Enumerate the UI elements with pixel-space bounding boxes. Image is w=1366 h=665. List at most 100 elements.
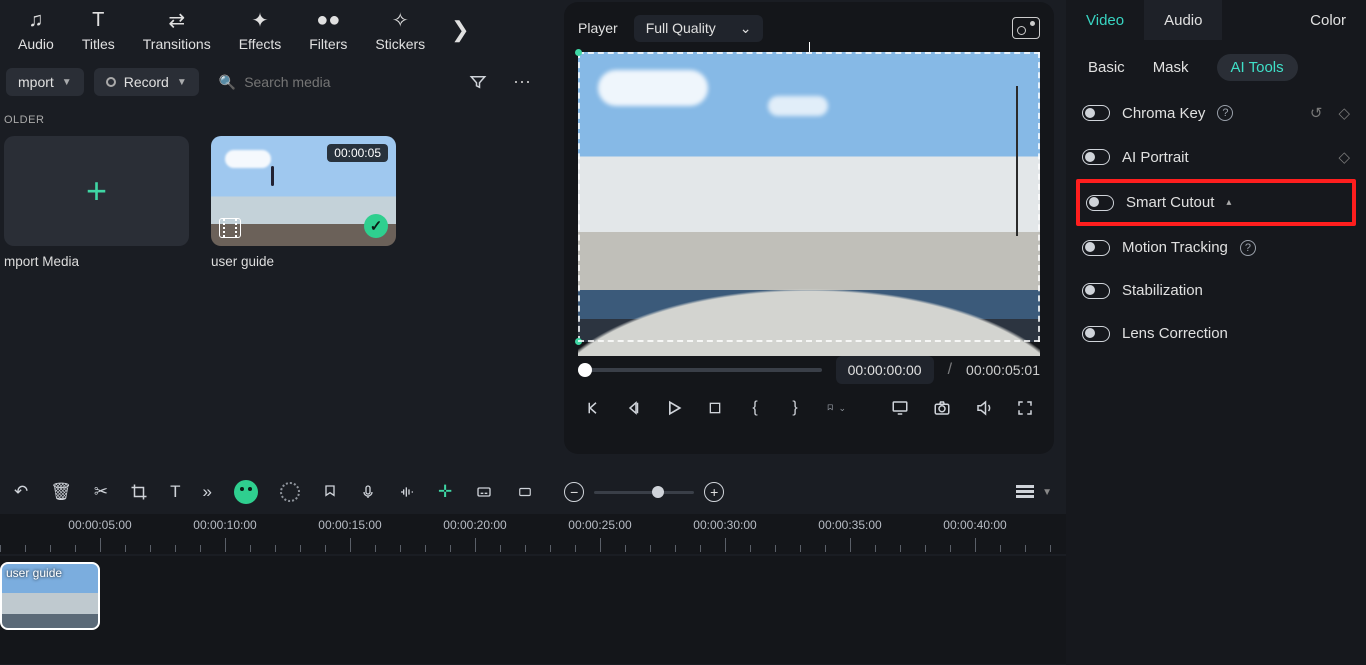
caret-up-icon[interactable]: ▴ — [1226, 197, 1231, 208]
keyframe-placeholder-icon[interactable] — [280, 482, 300, 502]
seek-knob[interactable] — [578, 363, 592, 377]
search-icon: 🔍 — [219, 74, 236, 91]
snapshot-button[interactable] — [1012, 17, 1040, 39]
mark-out-button[interactable]: } — [786, 398, 804, 418]
toolbar-more[interactable]: ❯ — [439, 17, 481, 43]
track-size-button[interactable] — [1016, 485, 1034, 499]
toolbar-stickers[interactable]: ✧Stickers — [361, 4, 439, 56]
toolbar-audio-label: Audio — [18, 36, 54, 52]
frame-icon — [219, 218, 241, 238]
toolbar-audio[interactable]: ♫Audio — [4, 4, 68, 56]
text-button[interactable]: T — [170, 482, 180, 502]
check-icon: ✓ — [364, 214, 388, 238]
import-dropdown[interactable]: mport▼ — [6, 68, 84, 96]
ruler-label: 00:00:15:00 — [318, 518, 381, 532]
help-icon[interactable]: ? — [1240, 240, 1256, 256]
properties-tabs: Video Audio Color — [1066, 0, 1366, 40]
toggle-chroma-key[interactable] — [1082, 105, 1110, 121]
toolbar-effects[interactable]: ✦Effects — [225, 4, 296, 56]
toggle-smart-cutout[interactable] — [1086, 195, 1114, 211]
properties-subtabs: Basic Mask AI Tools — [1066, 40, 1366, 91]
zoom-knob[interactable] — [652, 486, 664, 498]
more-tools-button[interactable]: » — [202, 482, 211, 502]
tab-color[interactable]: Color — [1290, 0, 1366, 40]
play-button[interactable] — [664, 398, 684, 418]
marker-button[interactable] — [322, 483, 338, 501]
record-dropdown[interactable]: Record▼ — [94, 68, 199, 96]
filter-icon[interactable] — [461, 73, 495, 91]
top-toolbar: ♫Audio TTitles ⇄Transitions ✦Effects ●●F… — [0, 0, 545, 60]
play-backward-button[interactable] — [624, 398, 642, 418]
tab-audio[interactable]: Audio — [1144, 0, 1222, 40]
toggle-lens-correction[interactable] — [1082, 326, 1110, 342]
timecode-current[interactable]: 00:00:00:00 — [836, 356, 934, 384]
marker-dropdown[interactable]: ⌄ — [826, 398, 846, 418]
toggle-stabilization[interactable] — [1082, 283, 1110, 299]
toggle-ai-portrait[interactable] — [1082, 149, 1110, 165]
stop-button[interactable] — [706, 398, 724, 418]
subtitle-button[interactable] — [474, 484, 494, 500]
record-label: Record — [124, 74, 169, 90]
ruler-label: 00:00:25:00 — [568, 518, 631, 532]
folder-label: OLDER — [0, 104, 545, 132]
zoom-out-button[interactable]: − — [564, 482, 584, 502]
auto-beat-button[interactable]: ✛ — [438, 482, 452, 502]
subtab-mask[interactable]: Mask — [1153, 59, 1189, 76]
split-button[interactable]: ✂ — [94, 482, 108, 502]
toolbar-filters-label: Filters — [309, 36, 347, 52]
option-lens-correction: Lens Correction — [1066, 312, 1366, 355]
search-input[interactable] — [244, 74, 404, 90]
option-chroma-key: Chroma Key ? ↺◇ — [1066, 91, 1366, 135]
option-lens-correction-label: Lens Correction — [1122, 325, 1228, 342]
more-options-icon[interactable]: ⋯ — [505, 72, 539, 93]
toolbar-transitions[interactable]: ⇄Transitions — [129, 4, 225, 56]
timeline-clip[interactable]: user guide — [0, 562, 100, 630]
mark-in-button[interactable]: { — [746, 398, 764, 418]
reset-icon[interactable]: ↺ — [1310, 104, 1323, 122]
ai-assistant-button[interactable] — [234, 480, 258, 504]
toolbar-titles[interactable]: TTitles — [68, 4, 129, 56]
delete-button[interactable]: 🗑 — [50, 482, 72, 502]
media-card-clip[interactable]: 00:00:05 ✓ user guide — [211, 136, 396, 269]
subtab-basic[interactable]: Basic — [1088, 59, 1125, 76]
toolbar-filters[interactable]: ●●Filters — [295, 4, 361, 56]
properties-panel: Video Audio Color Basic Mask AI Tools Ch… — [1066, 0, 1366, 665]
subtab-ai-tools[interactable]: AI Tools — [1217, 54, 1298, 81]
crop-button[interactable] — [130, 483, 148, 501]
media-card-add[interactable]: + mport Media — [4, 136, 189, 269]
undo-button[interactable]: ↶ — [14, 482, 28, 502]
timeline-ruler[interactable]: 00:00:05:00 00:00:10:00 00:00:15:00 00:00:2… — [0, 514, 1066, 554]
ruler-label: 00:00:10:00 — [193, 518, 256, 532]
display-settings-button[interactable] — [890, 398, 910, 418]
tab-video[interactable]: Video — [1066, 0, 1144, 40]
chevron-down-icon[interactable]: ▼ — [1042, 487, 1052, 498]
timeline-toolbar: ↶ 🗑 ✂ T » ✛ − + ▼ — [0, 470, 1066, 514]
volume-button[interactable] — [974, 398, 994, 418]
effects-icon: ✦ — [252, 8, 269, 32]
help-icon[interactable]: ? — [1217, 105, 1233, 121]
quality-dropdown[interactable]: Full Quality⌄ — [634, 15, 764, 42]
voiceover-button[interactable] — [360, 482, 376, 502]
timecode-separator: / — [948, 361, 952, 379]
search-wrap: 🔍 — [209, 74, 451, 91]
diamond-icon[interactable]: ◇ — [1338, 148, 1350, 166]
video-preview[interactable] — [578, 52, 1040, 342]
toggle-motion-tracking[interactable] — [1082, 240, 1110, 256]
audio-sync-button[interactable] — [398, 484, 416, 500]
zoom-slider[interactable] — [594, 491, 694, 494]
player-panel: Player Full Quality⌄ 00:00:00:00 / 00:00… — [564, 2, 1054, 454]
fullscreen-button[interactable] — [1016, 398, 1034, 418]
ruler-label: 00:00:35:00 — [818, 518, 881, 532]
timeline-tracks[interactable]: user guide — [0, 556, 1066, 664]
render-button[interactable] — [516, 485, 534, 499]
option-smart-cutout-label: Smart Cutout — [1126, 194, 1214, 211]
record-dot-icon — [106, 77, 116, 87]
zoom-in-button[interactable]: + — [704, 482, 724, 502]
prev-frame-button[interactable] — [584, 398, 602, 418]
timeline-clip-label: user guide — [6, 566, 62, 580]
camera-button[interactable] — [932, 398, 952, 418]
option-motion-tracking-label: Motion Tracking — [1122, 239, 1228, 256]
ruler-label: 00:00:05:00 — [68, 518, 131, 532]
seek-bar[interactable] — [578, 368, 822, 372]
diamond-icon[interactable]: ◇ — [1338, 104, 1350, 122]
